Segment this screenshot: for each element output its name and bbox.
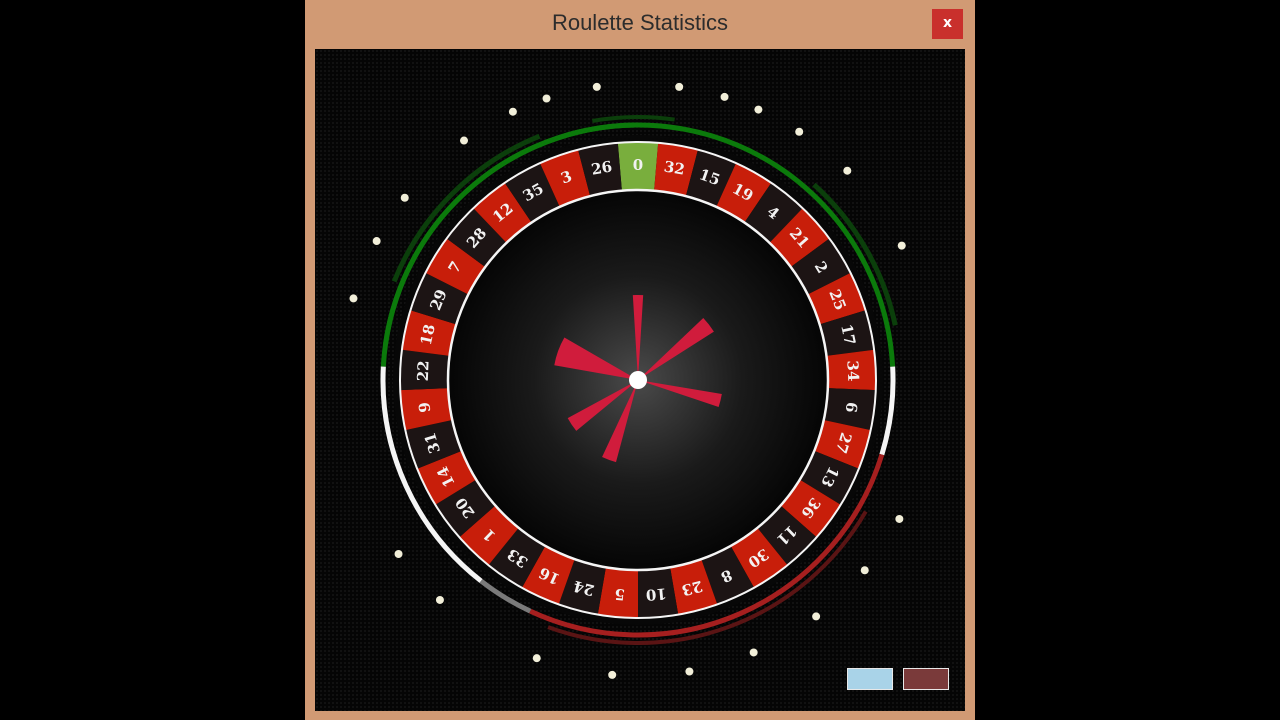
stat-dot-20: [435, 595, 444, 604]
stat-arc-green-outer-top: [591, 115, 675, 123]
stat-dot-19: [532, 654, 541, 663]
stat-dot-5: [754, 105, 763, 114]
stat-dot-2: [592, 82, 601, 91]
statistics-panel: 0 32 15 19 4 21 2 25 17 34 6 27 13 36 11 30 8 23 10 5 24 16 33…: [315, 49, 965, 711]
pocket-label-10: 10: [645, 584, 667, 604]
pocket-label-32: 32: [663, 157, 687, 178]
roulette-wheel-chart: 0 32 1519421225173462713361130823105241633…: [349, 82, 906, 679]
stat-dot-15: [812, 612, 821, 621]
stat-dot-1: [542, 94, 551, 103]
stat-dot-9: [460, 136, 469, 145]
legend-swatch-blue[interactable]: [847, 668, 893, 690]
pocket-label-22: 22: [414, 360, 433, 382]
stat-dot-14: [860, 566, 869, 575]
pocket-label-26: 26: [590, 157, 614, 178]
stat-dot-12: [349, 294, 358, 303]
title-bar[interactable]: Roulette Statistics x: [305, 0, 975, 48]
stat-dot-3: [675, 82, 684, 91]
close-button[interactable]: x: [932, 9, 963, 39]
window-title: Roulette Statistics: [551, 10, 729, 35]
stat-dot-7: [843, 166, 852, 175]
legend-swatch-red[interactable]: [903, 668, 949, 690]
pocket-label-5: 5: [614, 585, 626, 604]
roulette-statistics-window: Roulette Statistics x 0 32 15 19 4 21 2 25 17 34 6…: [305, 0, 975, 720]
pocket-label-0: 0: [633, 156, 643, 174]
stat-dot-4: [720, 92, 729, 101]
stat-dot-21: [394, 549, 403, 558]
stat-dot-0: [508, 107, 517, 116]
stat-dot-11: [372, 237, 381, 246]
stat-dot-13: [895, 514, 904, 523]
pocket-label-34: 34: [843, 360, 862, 382]
stat-dot-8: [897, 241, 906, 250]
stat-dot-18: [608, 670, 617, 679]
stat-arc-white-right: [879, 366, 896, 456]
stat-dot-16: [749, 648, 758, 657]
stat-dot-10: [400, 193, 409, 202]
wheel-center-hub: [629, 371, 647, 389]
stat-dot-6: [795, 127, 804, 136]
stat-dot-17: [685, 667, 694, 676]
